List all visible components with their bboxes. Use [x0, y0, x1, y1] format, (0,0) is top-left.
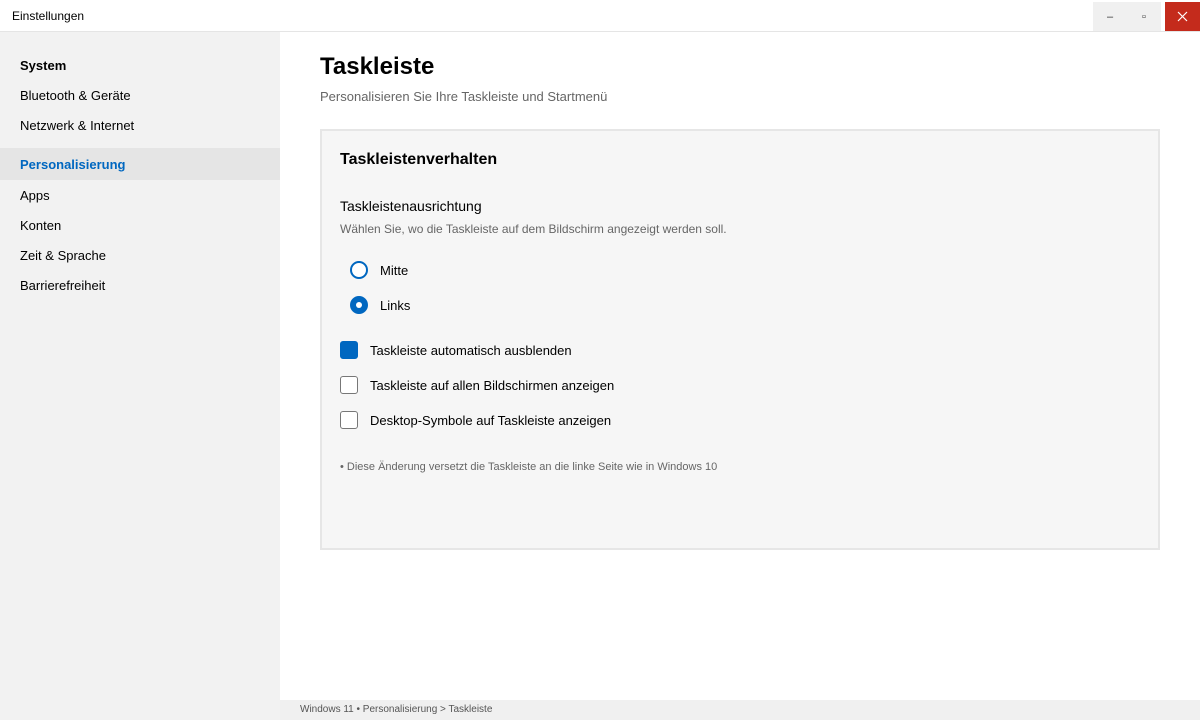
sidebar-item-bluetooth[interactable]: Bluetooth & Geräte: [0, 80, 280, 110]
sidebar-item-personalization[interactable]: Personalisierung: [0, 148, 280, 180]
sidebar-item-label: Konten: [20, 217, 62, 233]
taskbar-behavior-card: Taskleistenverhalten Taskleistenausricht…: [320, 129, 1160, 550]
sidebar-item-system[interactable]: System: [0, 50, 280, 80]
sidebar-item-label: System: [20, 57, 67, 73]
breadcrumb: Windows 11 • Personalisierung > Taskleis…: [300, 704, 493, 715]
minimize-button[interactable]: –: [1093, 2, 1127, 31]
radio-label: Mitte: [380, 262, 409, 278]
maximize-icon: ▫: [1142, 10, 1146, 23]
window-title: Einstellungen: [12, 9, 85, 23]
sidebar-item-label: Barrierefreiheit: [20, 277, 106, 293]
main-content: Taskleiste Personalisieren Sie Ihre Task…: [280, 32, 1200, 700]
radio-button[interactable]: [350, 261, 368, 279]
maximize-button[interactable]: ▫: [1127, 2, 1161, 31]
sidebar-item-apps[interactable]: Apps: [0, 180, 280, 210]
sidebar: System Bluetooth & Geräte Netzwerk & Int…: [0, 32, 280, 720]
checkbox[interactable]: [340, 341, 358, 359]
sidebar-item-label: Zeit & Sprache: [20, 247, 106, 263]
checkbox-label: Taskleiste automatisch ausblenden: [370, 342, 572, 358]
sidebar-item-label: Apps: [20, 187, 50, 203]
title-bar: Einstellungen – ▫: [0, 0, 1200, 32]
card-title: Taskleistenverhalten: [340, 151, 498, 168]
sidebar-item-label: Personalisierung: [20, 156, 126, 172]
checkbox[interactable]: [340, 411, 358, 429]
page-subtitle: Personalisieren Sie Ihre Taskleiste und …: [320, 89, 608, 104]
alignment-description: Wählen Sie, wo die Taskleiste auf dem Bi…: [340, 222, 727, 236]
sidebar-item-network[interactable]: Netzwerk & Internet: [0, 110, 280, 140]
checkbox-all-displays[interactable]: Taskleiste auf allen Bildschirmen anzeig…: [340, 375, 614, 395]
checkbox-auto-hide[interactable]: Taskleiste automatisch ausblenden: [340, 340, 572, 360]
minimize-icon: –: [1106, 10, 1114, 23]
checkbox[interactable]: [340, 376, 358, 394]
radio-label: Links: [380, 297, 411, 313]
page-title: Taskleiste: [320, 53, 435, 80]
checkbox-label: Desktop-Symbole auf Taskleiste anzeigen: [370, 412, 612, 428]
sidebar-item-label: Netzwerk & Internet: [20, 117, 135, 133]
alignment-label: Taskleistenausrichtung: [340, 198, 482, 214]
radio-button[interactable]: [350, 296, 368, 314]
checkbox-desktop-icons[interactable]: Desktop-Symbole auf Taskleiste anzeigen: [340, 410, 611, 430]
sidebar-item-label: Bluetooth & Geräte: [20, 87, 131, 103]
radio-option-left[interactable]: Links: [350, 295, 410, 315]
status-bar: Windows 11 • Personalisierung > Taskleis…: [280, 700, 1200, 720]
close-icon: [1177, 11, 1188, 22]
sidebar-item-time-language[interactable]: Zeit & Sprache: [0, 240, 280, 270]
close-button[interactable]: [1165, 2, 1200, 31]
sidebar-item-accessibility[interactable]: Barrierefreiheit: [0, 270, 280, 300]
info-note: • Diese Änderung versetzt die Taskleiste…: [340, 461, 718, 473]
checkbox-label: Taskleiste auf allen Bildschirmen anzeig…: [370, 377, 615, 393]
sidebar-item-accounts[interactable]: Konten: [0, 210, 280, 240]
radio-option-center[interactable]: Mitte: [350, 260, 408, 280]
